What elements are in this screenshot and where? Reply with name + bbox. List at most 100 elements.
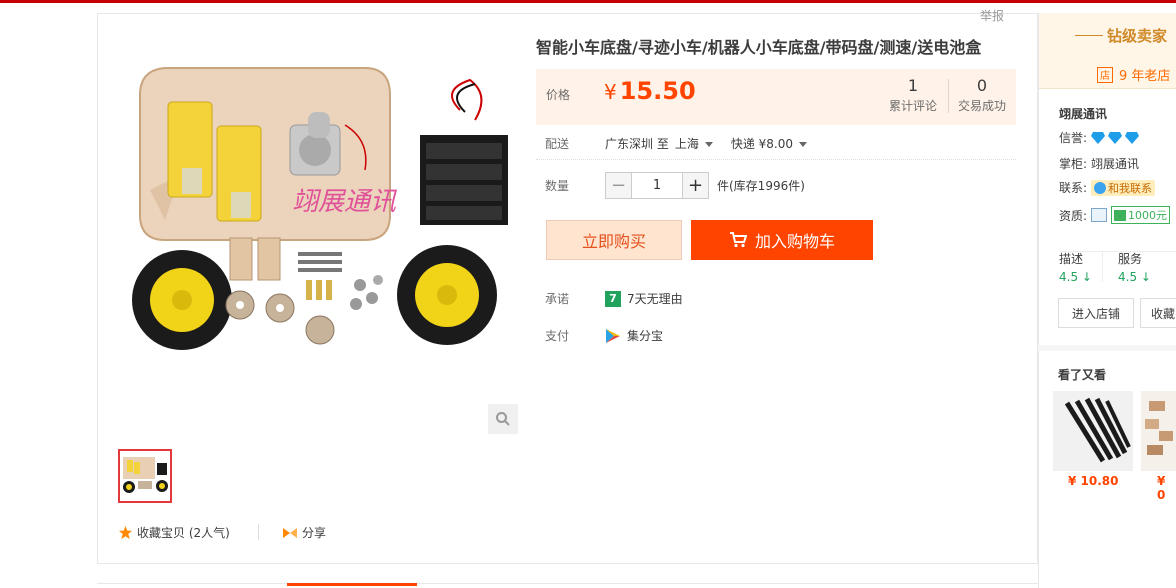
share-icon [283,527,297,538]
delivery-from: 广东深圳 至 [605,137,669,151]
reviews-stat[interactable]: 1 累计评论 [889,77,937,114]
product-main-image[interactable]: 翊展通讯 [120,40,520,440]
divider [258,524,259,540]
recommended-item-price: ¥ 0 [1157,474,1166,502]
report-link[interactable]: 举报 [980,7,1004,24]
keeper-row: 掌柜: 翊展通讯 [1059,155,1139,172]
share-label: 分享 [302,526,327,540]
sales-stat: 0 交易成功 [958,77,1006,114]
credit-row: 信誉: [1059,129,1142,146]
price-value: ¥15.50 [604,77,696,105]
deposit-icon [1114,209,1127,221]
reviews-count: 1 [907,76,919,95]
quantity-row: 数量 − 1 + 件(库存1996件) [545,172,805,199]
payment-row: 支付 集分宝 [545,327,663,344]
qualification-row: 资质: 1000元 [1059,206,1171,224]
active-tab-indicator[interactable] [287,583,417,586]
watermark-text: 翊展通讯 [292,187,398,217]
desc-label: 描述 [1059,252,1084,266]
price-amount: 15.50 [619,77,696,105]
quantity-increase-button[interactable]: + [682,172,709,199]
enter-store-button[interactable]: 进入店铺 [1058,298,1134,328]
star-icon [118,525,133,540]
product-title: 智能小车底盘/寻迹小车/机器人小车底盘/带码盘/测速/送电池盒 [536,38,982,57]
keeper-name[interactable]: 翊展通讯 [1091,155,1139,172]
robot-car-chassis-image: 翊展通讯 [132,67,508,350]
desc-score-value: 4.5 [1059,270,1079,284]
shop-section-band [1038,345,1176,351]
detail-tabs-bar [97,583,1038,588]
tweezers-image [1064,397,1131,463]
cart-icon [729,232,747,248]
quantity-label: 数量 [545,179,570,193]
store-age: 店 9 年老店 [1097,65,1170,84]
top-accent-line [0,0,1176,3]
service-label: 服务 [1118,252,1143,266]
image-thumbnail[interactable] [118,449,172,503]
deposit-amount: 1000元 [1128,209,1168,222]
credit-diamonds[interactable] [1091,131,1142,144]
payment-text[interactable]: 集分宝 [627,327,663,344]
magnifier-icon [496,412,510,426]
delivery-destination: 上海 [674,137,699,151]
quantity-input[interactable]: 1 [632,172,682,199]
shipping-method-select[interactable]: 快递 ¥8.00 [731,135,808,152]
qualification-label: 资质: [1059,208,1088,223]
diamond-icon [1125,131,1140,144]
reviews-label: 累计评论 [889,99,938,113]
title-dash [1075,35,1103,36]
stock-info: 件(库存1996件) [717,179,805,193]
add-to-cart-button[interactable]: 加入购物车 [691,220,873,260]
buy-now-button[interactable]: 立即购买 [546,220,682,260]
promise-row: 承诺 7 7天无理由 [545,290,683,307]
desc-score: 描述 4.5 ↓ [1059,250,1092,284]
contact-row: 联系: 和我联系 [1059,179,1156,196]
favorite-item-button[interactable]: 收藏宝贝 (2人气) [118,524,230,541]
promise-label: 承诺 [545,292,570,306]
credit-label: 信誉: [1059,131,1088,145]
share-button[interactable]: 分享 [282,524,326,541]
delivery-row: 配送 广东深圳 至 上海 快递 ¥8.00 [545,135,808,152]
promise-text[interactable]: 7天无理由 [627,290,683,307]
sales-label: 交易成功 [958,99,1007,113]
thumbnail-image [123,457,168,493]
diamond-icon [1108,131,1123,144]
add-to-cart-label: 加入购物车 [754,232,835,251]
price-box: 价格 ¥15.50 1 累计评论 0 交易成功 [536,69,1016,125]
seven-day-return-icon: 7 [605,290,621,307]
zoom-button[interactable] [488,404,518,434]
payment-label: 支付 [545,329,570,343]
price-label: 价格 [546,88,571,102]
store-age-text: 9 年老店 [1119,69,1171,84]
chevron-down-icon [799,142,808,147]
deposit-badge[interactable]: 1000元 [1111,206,1171,224]
components-image [1145,401,1173,455]
favorite-store-button[interactable]: 收藏 [1140,298,1176,328]
also-viewed-title: 看了又看 [1058,368,1107,382]
delivery-label: 配送 [545,137,570,151]
currency-symbol: ¥ [604,80,617,104]
arrow-down-icon: ↓ [1140,270,1151,284]
shop-header: 钻级卖家 店 9 年老店 [1039,13,1176,89]
store-icon: 店 [1097,66,1113,83]
stat-divider [948,79,949,113]
contact-text: 和我联系 [1108,181,1153,195]
wangwang-icon [1094,181,1107,194]
score-divider [1102,252,1103,282]
recommended-item-image[interactable] [1141,391,1176,471]
certification-icon[interactable] [1091,208,1108,222]
quantity-stepper: − 1 + [605,172,709,199]
delivery-destination-select[interactable]: 上海 [675,135,713,152]
diamond-icon [1091,131,1106,144]
arrow-down-icon: ↓ [1081,270,1092,284]
keeper-label: 掌柜: [1059,157,1088,171]
favorite-label: 收藏宝贝 (2人气) [137,526,230,540]
jifenbao-icon [606,328,620,343]
service-score: 服务 4.5 ↓ [1118,250,1151,284]
quantity-decrease-button[interactable]: − [605,172,632,199]
contact-me-button[interactable]: 和我联系 [1091,179,1156,196]
service-score-value: 4.5 [1118,270,1138,284]
shop-name[interactable]: 翊展通讯 [1059,105,1107,122]
recommended-item-image[interactable] [1053,391,1133,471]
recommended-item-price: ¥ 10.80 [1068,474,1119,488]
